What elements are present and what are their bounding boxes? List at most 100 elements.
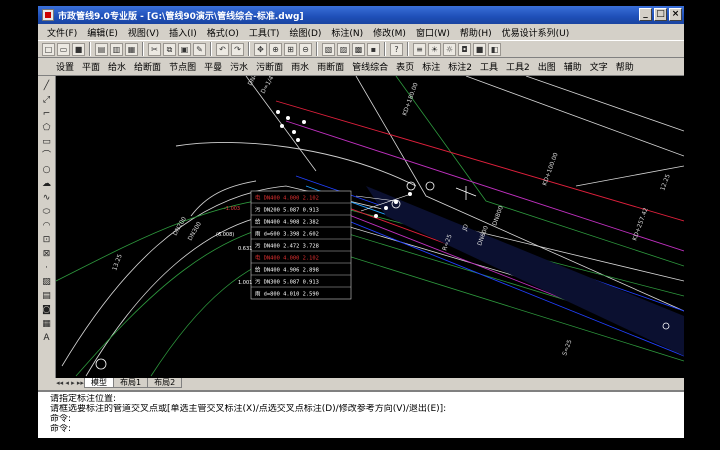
arc-icon[interactable]: ⌒ [40, 150, 53, 162]
road-centerlines [56, 76, 684, 377]
ellipse-icon[interactable]: ⬭ [40, 206, 53, 218]
tool-rainwater[interactable]: 雨水 [287, 60, 313, 73]
region-icon[interactable]: ◙ [40, 304, 53, 316]
tool-text[interactable]: 文字 [586, 60, 612, 73]
save-icon[interactable]: ■ [72, 42, 85, 56]
paste-icon[interactable]: ▣ [178, 42, 191, 56]
table-row: 雨 d=600 3.398 2.602 [255, 231, 319, 238]
menu-edit[interactable]: 编辑(E) [82, 26, 123, 39]
command-window[interactable]: 请指定标注位置: 请框选要标注的管道交叉点或[单选主管交叉标注(X)/点选交叉点… [38, 390, 684, 438]
pan-icon[interactable]: ✥ [254, 42, 267, 56]
menu-help[interactable]: 帮助(H) [455, 26, 497, 39]
tool-sewage[interactable]: 污水 [226, 60, 252, 73]
help-icon[interactable]: ? [390, 42, 403, 56]
tab-layout2[interactable]: 布局2 [147, 378, 183, 388]
rectangle-icon[interactable]: ▭ [40, 136, 53, 148]
table-row: 污 DN400 2.472 3.728 [255, 242, 319, 250]
menu-draw[interactable]: 绘图(D) [284, 26, 326, 39]
make-block-icon[interactable]: ⊠ [40, 248, 53, 260]
tool-tools-2[interactable]: 工具2 [502, 60, 534, 73]
line-icon[interactable]: ╱ [40, 80, 53, 92]
tool-annotate[interactable]: 标注 [418, 60, 444, 73]
layer-lock-icon[interactable]: ◘ [458, 42, 471, 56]
layer-previous-icon[interactable]: ◧ [488, 42, 501, 56]
point-icon[interactable]: · [40, 262, 53, 274]
open-file-icon[interactable]: ▭ [57, 42, 70, 56]
insert-block-icon[interactable]: ⊡ [40, 234, 53, 246]
menu-design-series[interactable]: 优易设计系列(U) [497, 26, 575, 39]
close-button[interactable]: × [669, 8, 682, 21]
drawing-canvas[interactable]: 电 DN400 4.000 2.102 污 DN200 5.087 0.913 给 … [56, 76, 684, 378]
multiline-text-icon[interactable]: A [40, 332, 53, 344]
tool-output[interactable]: 出图 [534, 60, 560, 73]
circle-icon[interactable]: ○ [40, 164, 53, 176]
node-marker [286, 116, 290, 120]
redo-icon[interactable]: ↷ [231, 42, 244, 56]
zoom-window-icon[interactable]: ⊞ [284, 42, 297, 56]
menu-view[interactable]: 视图(V) [123, 26, 164, 39]
table-icon[interactable]: ▦ [40, 318, 53, 330]
tool-sewage-section[interactable]: 污断面 [252, 60, 287, 73]
tab-model[interactable]: 模型 [84, 378, 114, 388]
copy-icon[interactable]: ⧉ [163, 42, 176, 56]
match-properties-icon[interactable]: ✎ [193, 42, 206, 56]
construction-line-icon[interactable]: ⤢ [40, 94, 53, 106]
tool-plan[interactable]: 平面 [78, 60, 104, 73]
calculator-icon[interactable]: ▪ [367, 42, 380, 56]
tool-pipeline-integration[interactable]: 管线综合 [348, 60, 392, 73]
node-marker [292, 130, 296, 134]
zoom-previous-icon[interactable]: ⊖ [299, 42, 312, 56]
gradient-icon[interactable]: ▤ [40, 290, 53, 302]
tool-rain-section[interactable]: 雨断面 [313, 60, 348, 73]
new-file-icon[interactable]: □ [42, 42, 55, 56]
tool-table-page[interactable]: 表页 [392, 60, 418, 73]
revision-cloud-icon[interactable]: ☁ [40, 178, 53, 190]
layer-on-icon[interactable]: ☀ [428, 42, 441, 56]
road-edge-top-2 [525, 76, 684, 132]
tool-node-map[interactable]: 节点图 [165, 60, 200, 73]
menu-tools[interactable]: 工具(T) [244, 26, 285, 39]
title-bar[interactable]: 市政管线9.0专业版 - [G:\管线90演示\管线综合-标准.dwg] _ □… [38, 6, 684, 24]
tool-auxiliary[interactable]: 辅助 [560, 60, 586, 73]
tool-palette-icon[interactable]: ▩ [352, 42, 365, 56]
menu-modify[interactable]: 修改(M) [368, 26, 411, 39]
zoom-realtime-icon[interactable]: ⊕ [269, 42, 282, 56]
layer-freeze-icon[interactable]: ☼ [443, 42, 456, 56]
menu-dimension[interactable]: 标注(N) [326, 26, 368, 39]
crosshair-marker [95, 358, 107, 370]
tab-nav-arrows[interactable]: ◂◂ ◂ ▸ ▸▸ [56, 378, 84, 388]
layer-manager-icon[interactable]: ≡ [413, 42, 426, 56]
menu-format[interactable]: 格式(O) [202, 26, 244, 39]
tool-settings[interactable]: 设置 [52, 60, 78, 73]
undo-icon[interactable]: ↶ [216, 42, 229, 56]
maximize-button[interactable]: □ [654, 8, 667, 21]
polyline-icon[interactable]: ⌐ [40, 108, 53, 120]
spline-icon[interactable]: ∿ [40, 192, 53, 204]
layout-tabs: ◂◂ ◂ ▸ ▸▸ 模型 布局1 布局2 [56, 378, 684, 388]
tool-tools[interactable]: 工具 [476, 60, 502, 73]
command-prompt[interactable]: 命令: [50, 424, 684, 434]
tab-layout1[interactable]: 布局1 [113, 378, 149, 388]
road-edge-top [465, 76, 684, 157]
annotation-table[interactable]: 电 DN400 4.000 2.102 污 DN200 5.087 0.913 给 … [250, 190, 352, 300]
polygon-icon[interactable]: ⬠ [40, 122, 53, 134]
preview-icon[interactable]: ▥ [110, 42, 123, 56]
print-icon[interactable]: ▤ [95, 42, 108, 56]
design-center-icon[interactable]: ▨ [337, 42, 350, 56]
drawing-svg[interactable]: 电 DN400 4.000 2.102 污 DN200 5.087 0.913 给 … [56, 76, 684, 378]
publish-icon[interactable]: ▦ [125, 42, 138, 56]
cut-icon[interactable]: ✂ [148, 42, 161, 56]
tool-help[interactable]: 帮助 [612, 60, 638, 73]
tool-supply-section[interactable]: 给断面 [130, 60, 165, 73]
tool-water-supply[interactable]: 给水 [104, 60, 130, 73]
ellipse-arc-icon[interactable]: ◠ [40, 220, 53, 232]
minimize-button[interactable]: _ [639, 8, 652, 21]
properties-icon[interactable]: ▧ [322, 42, 335, 56]
menu-window[interactable]: 窗口(W) [411, 26, 455, 39]
layer-color-icon[interactable]: ■ [473, 42, 486, 56]
menu-file[interactable]: 文件(F) [42, 26, 82, 39]
tool-flat[interactable]: 平曼 [200, 60, 226, 73]
menu-insert[interactable]: 插入(I) [164, 26, 202, 39]
tool-annotate-2[interactable]: 标注2 [444, 60, 476, 73]
hatch-icon[interactable]: ▨ [40, 276, 53, 288]
